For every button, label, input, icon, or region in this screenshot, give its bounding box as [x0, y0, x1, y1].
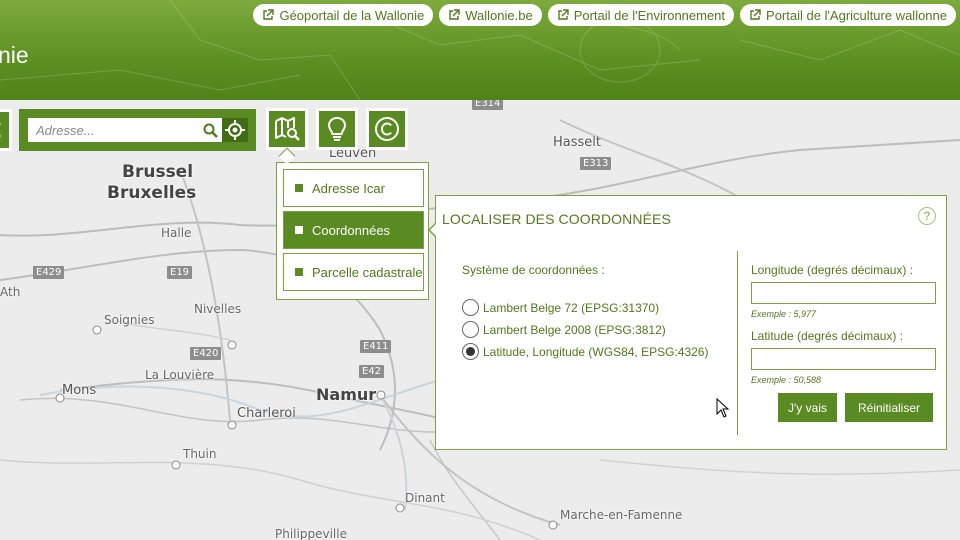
road-shield: E42	[359, 365, 385, 378]
menu-item-label: Coordonnées	[312, 222, 391, 238]
portal-link-label: Géoportail de la Wallonie	[279, 7, 425, 23]
map-city-label: Namur	[316, 385, 377, 404]
panel-pointer-inner	[430, 223, 437, 237]
external-link-icon	[750, 9, 761, 20]
map-search-icon	[275, 117, 300, 141]
map-city-label: Philippeville	[275, 527, 347, 540]
map-city-label: Dinant	[405, 491, 445, 505]
road-shield: E411	[360, 340, 392, 353]
portal-link-geoportail[interactable]: Géoportail de la Wallonie	[253, 4, 434, 26]
menu-item-adresse-icar[interactable]: Adresse Icar	[283, 169, 424, 207]
go-button[interactable]: J'y vais	[778, 393, 837, 422]
panel-divider	[737, 251, 738, 435]
longitude-example: Exemple : 5,977	[751, 309, 817, 319]
radio-wgs84[interactable]: Latitude, Longitude (WGS84, EPSG:4326)	[462, 343, 708, 360]
copyright-icon	[375, 117, 399, 141]
geolocate-icon	[225, 120, 245, 140]
map-city-label: Halle	[161, 226, 192, 240]
bullet-square-icon	[295, 268, 303, 276]
header-banner: nie Géoportail de la Wallonie Wallonie.b…	[0, 0, 960, 100]
copyright-button[interactable]	[366, 108, 408, 150]
latitude-label: Latitude (degrés décimaux) :	[751, 329, 904, 343]
panel-title: LOCALISER DES COORDONNÉES	[442, 211, 671, 227]
road-shield: E429	[33, 266, 65, 279]
bullet-square-icon	[295, 184, 303, 192]
external-link-icon	[449, 9, 460, 20]
latitude-example: Exemple : 50,588	[751, 375, 822, 385]
search-button[interactable]	[198, 118, 222, 142]
radio-button[interactable]	[462, 321, 479, 338]
map-city-label: Soignies	[104, 313, 155, 327]
portal-link-environnement[interactable]: Portail de l'Environnement	[547, 4, 735, 26]
radio-button-checked[interactable]	[462, 343, 479, 360]
search-input[interactable]	[28, 118, 222, 142]
menu-item-label: Adresse Icar	[312, 180, 385, 196]
menu-item-label: Parcelle cadastrale	[312, 264, 423, 280]
portal-link-wallonie[interactable]: Wallonie.be	[439, 4, 542, 26]
portal-link-agriculture[interactable]: Portail de l'Agriculture wallonne	[740, 4, 956, 26]
map-city-label: Ath	[0, 285, 21, 299]
road-shield: E420	[190, 347, 222, 360]
map-city-label: La Louvière	[145, 368, 215, 382]
geolocate-button[interactable]	[222, 118, 248, 142]
app-title: nie	[0, 42, 29, 68]
map-city-label: Marche-en-Famenne	[560, 508, 683, 522]
menu-item-coordonnees[interactable]: Coordonnées	[283, 211, 424, 249]
portal-link-label: Portail de l'Agriculture wallonne	[766, 7, 947, 23]
road-shield: E313	[580, 157, 612, 170]
help-icon[interactable]: ?	[918, 207, 936, 225]
lightbulb-icon	[327, 116, 347, 141]
menu-icon	[0, 122, 1, 138]
longitude-label: Longitude (degrés décimaux) :	[751, 263, 914, 277]
road-shield: E19	[167, 266, 193, 279]
locate-tool-button[interactable]	[266, 108, 308, 150]
map-city-label: Nivelles	[194, 302, 242, 316]
map-city-label: Thuin	[183, 447, 217, 461]
reset-button[interactable]: Réinitialiser	[845, 393, 933, 422]
map-city-label: Bruxelles	[107, 183, 197, 203]
portal-links: Géoportail de la Wallonie Wallonie.be Po…	[253, 4, 956, 26]
longitude-field[interactable]	[751, 282, 936, 304]
radio-label: Lambert Belge 72 (EPSG:31370)	[483, 300, 660, 315]
tips-button[interactable]	[316, 108, 358, 150]
radio-label: Lambert Belge 2008 (EPSG:3812)	[483, 322, 666, 337]
mouse-cursor-icon	[716, 398, 730, 418]
locate-menu: Adresse Icar Coordonnées Parcelle cadast…	[276, 162, 429, 300]
external-link-icon	[263, 9, 275, 20]
coordinate-system-label: Système de coordonnées :	[462, 263, 605, 277]
external-link-icon	[557, 9, 569, 20]
coordinates-panel: LOCALISER DES COORDONNÉES ? Système de c…	[435, 195, 947, 450]
radio-lambert-72[interactable]: Lambert Belge 72 (EPSG:31370)	[462, 299, 659, 316]
bullet-square-icon	[295, 226, 303, 234]
map-city-label: Brussel	[122, 162, 194, 182]
radio-label: Latitude, Longitude (WGS84, EPSG:4326)	[483, 344, 709, 359]
portal-link-label: Portail de l'Environnement	[573, 7, 726, 23]
menu-item-parcelle-cadastrale[interactable]: Parcelle cadastrale	[283, 253, 424, 291]
map-city-label: Charleroi	[237, 406, 296, 421]
radio-button[interactable]	[462, 299, 479, 316]
map-city-label: Hasselt	[553, 135, 601, 150]
portal-link-label: Wallonie.be	[465, 7, 533, 23]
map-city-label: Mons	[62, 383, 97, 398]
radio-lambert-2008[interactable]: Lambert Belge 2008 (EPSG:3812)	[462, 321, 666, 338]
search-icon	[203, 123, 218, 138]
latitude-field[interactable]	[751, 348, 936, 370]
menu-button[interactable]	[0, 109, 12, 151]
